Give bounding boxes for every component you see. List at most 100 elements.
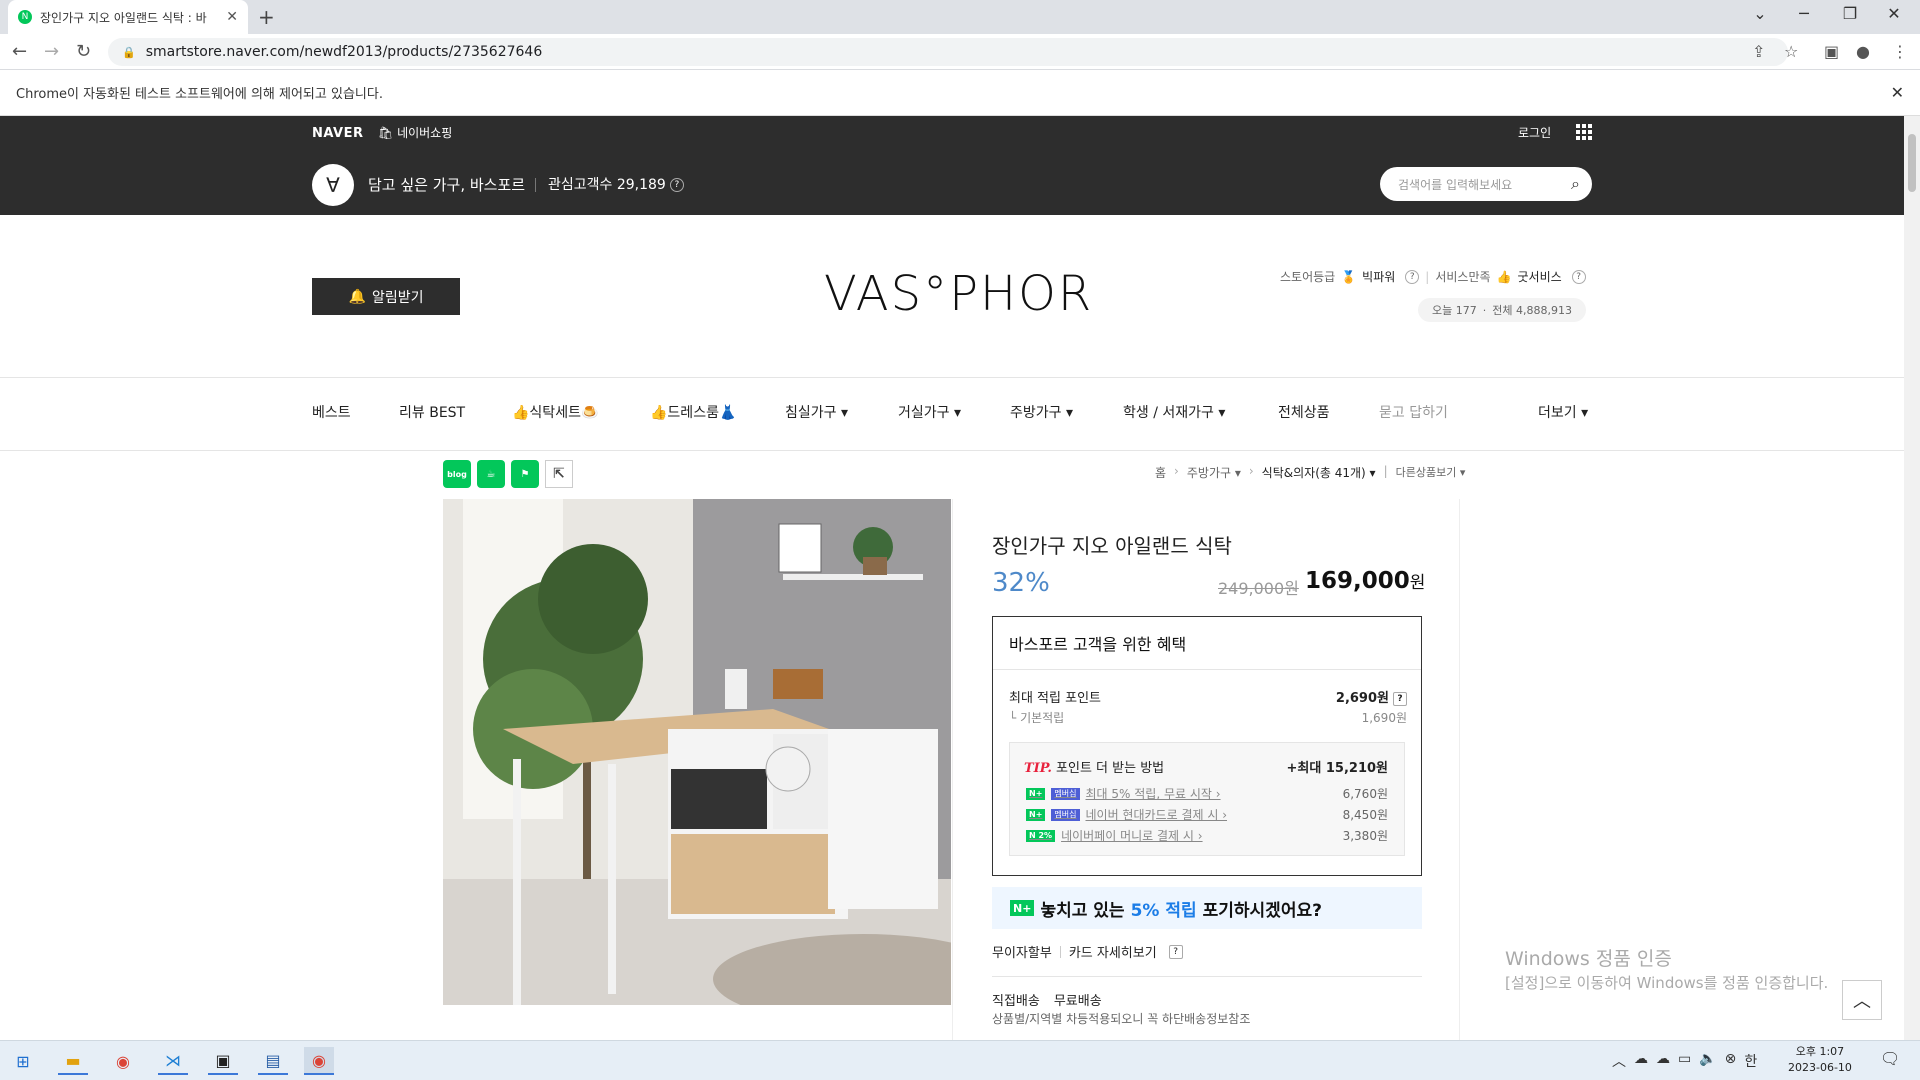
minimize-button[interactable]: ─ [1784,4,1824,23]
file-explorer-icon[interactable]: ▬ [58,1047,88,1075]
tab-search-chevron-icon[interactable]: ⌄ [1740,4,1780,23]
system-tray: ︿ ☁ ☁ ▭ 🔈 ⊗ 한 [1612,1051,1757,1071]
restore-button[interactable]: ❐ [1830,4,1870,23]
cafe-share-icon[interactable]: ☕ [477,460,505,488]
help-icon[interactable]: ? [669,178,684,192]
automation-notice: Chrome이 자동화된 테스트 소프트웨어에 의해 제어되고 있습니다. [16,87,383,102]
onedrive-icon[interactable]: ☁ [1656,1051,1670,1071]
blog-share-icon[interactable]: blog [443,460,471,488]
category-review-best[interactable]: 리뷰 BEST [399,402,465,422]
new-tab-button[interactable]: + [258,5,275,29]
login-link[interactable]: 로그인 [1518,124,1551,141]
breadcrumb-kitchen[interactable]: 주방가구 ▾ [1187,464,1241,481]
browser-tab-strip: N 장인가구 지오 아일랜드 식탁 : 바 ✕ + ⌄ ─ ❐ ✕ [0,0,1920,34]
store-slogan[interactable]: 담고 싶은 가구, 바스포르 [368,174,525,195]
profile-icon[interactable]: ● [1856,42,1870,61]
category-bedroom[interactable]: 침실가구 ▾ [785,402,848,422]
store-grade: 스토어등급 🏅 빅파워 ? | 서비스만족 👍 굿서비스 ? [1280,268,1586,285]
alarm-button-label: 알림받기 [371,289,424,306]
benefit-title: 바스포르 고객을 위한 혜택 [1009,635,1187,654]
close-tab-icon[interactable]: ✕ [226,9,238,25]
store-logo[interactable]: VAS°PHOR [824,266,1093,322]
terminal-icon[interactable]: ▣ [208,1047,238,1075]
shipping-fee: 무료배송 [1053,994,1102,1009]
side-panel-icon[interactable]: ▣ [1824,42,1839,61]
promo-text-a: 놓치고 있는 [1040,900,1125,921]
visit-counter: 오늘 177 · 전체 4,888,913 [1418,298,1586,322]
address-bar-row: ← → ↻ 🔒 smartstore.naver.com/newdf2013/p… [0,34,1920,70]
close-infobar-icon[interactable]: ✕ [1891,83,1904,102]
menu-kebab-icon[interactable]: ⋮ [1892,42,1908,61]
store-profile-logo[interactable]: ∀ [312,164,354,206]
followers-label: 관심고객수 29,189 [548,177,666,193]
network-icon[interactable]: ▭ [1678,1051,1691,1071]
scrollbar-thumb[interactable] [1908,134,1916,192]
tip-naverpay-money[interactable]: N 2% 네이버페이 머니로 결제 시 › [1026,827,1203,844]
sale-price: 169,000원 [1305,568,1425,594]
close-window-button[interactable]: ✕ [1874,4,1914,23]
bell-icon: 🔔 [348,288,366,305]
category-living[interactable]: 거실가구 ▾ [898,402,961,422]
naver-shopping-link[interactable]: 🛍 네이버쇼핑 [378,124,452,141]
grade-value: 빅파워 [1362,270,1396,284]
naver-logo[interactable]: NAVER [312,126,364,141]
category-best[interactable]: 베스트 [312,402,351,422]
cloud-icon[interactable]: ☁ [1634,1051,1648,1071]
scroll-to-top-button[interactable]: ︿ [1842,980,1882,1020]
total-visits: 전체 4,888,913 [1492,304,1572,317]
tip-membership[interactable]: N+ 멤버십 최대 5% 적립, 무료 시작 › [1026,785,1221,802]
service-value: 굿서비스 [1517,270,1562,284]
category-study[interactable]: 학생 / 서재가구 ▾ [1123,402,1225,422]
vscode-icon[interactable]: ⋊ [158,1047,188,1075]
store-search-input[interactable]: 검색어를 입력해보세요 ⌕ [1380,167,1592,201]
category-qna[interactable]: 묻고 답하기 [1379,402,1448,422]
chrome-active-icon[interactable]: ◉ [304,1047,334,1075]
card-detail-link[interactable]: 카드 자세히보기 [1069,942,1157,961]
naver-shopping-label: 네이버쇼핑 [397,126,453,140]
service-help-icon[interactable]: ? [1571,269,1586,284]
category-dining-set[interactable]: 👍식탁세트🍮 [512,402,598,422]
bookmark-share-icon[interactable]: ⚑ [511,460,539,488]
notification-icon[interactable]: 🗨 [1880,1049,1900,1068]
service-label: 서비스만족 [1435,270,1491,284]
omnibox[interactable]: 🔒 smartstore.naver.com/newdf2013/product… [108,38,1788,66]
breadcrumb-home[interactable]: 홈 [1155,464,1166,481]
tip-hyundai-card[interactable]: N+ 멤버십 네이버 현대카드로 결제 시 › [1026,806,1227,823]
card-help-icon[interactable]: ? [1168,944,1183,959]
share-icon[interactable]: ⇪ [1752,42,1765,61]
dot-separator: · [1482,303,1487,317]
page-scrollbar[interactable] [1904,116,1920,1040]
ime-indicator[interactable]: 한 [1744,1051,1757,1071]
share-icon[interactable]: ⇱ [545,460,573,488]
category-all-products[interactable]: 전체상품 [1278,402,1330,422]
category-kitchen[interactable]: 주방가구 ▾ [1010,402,1073,422]
membership-badge-label: 멤버십 [1051,808,1080,821]
sync-icon[interactable]: ⊗ [1725,1051,1737,1071]
grade-help-icon[interactable]: ? [1405,269,1420,284]
clock[interactable]: 오후 1:07 2023-06-10 [1788,1044,1852,1076]
volume-icon[interactable]: 🔈 [1699,1051,1716,1071]
other-products-link[interactable]: 다른상품보기 ▾ [1396,464,1466,481]
back-icon[interactable]: ← [12,41,27,62]
apps-grid-icon[interactable] [1576,124,1592,140]
windows-start-icon[interactable]: ⊞ [8,1047,38,1075]
sale-price-value: 169,000 [1305,568,1410,594]
points-help-icon[interactable]: ? [1393,691,1407,706]
bookmark-star-icon[interactable]: ☆ [1784,42,1798,61]
reload-icon[interactable]: ↻ [76,41,91,62]
divider [0,377,1904,378]
forward-icon[interactable]: → [44,41,59,62]
search-icon[interactable]: ⌕ [1571,174,1580,194]
category-more[interactable]: 더보기 ▾ [1538,402,1588,422]
category-dressroom[interactable]: 👍드레스룸👗 [650,402,736,422]
tip-hyundai-label: 네이버 현대카드로 결제 시 › [1085,808,1228,822]
alarm-button[interactable]: 🔔 알림받기 [312,278,460,315]
max-points-label: 최대 적립 포인트 [1009,691,1101,706]
chevron-up-icon[interactable]: ︿ [1612,1051,1626,1071]
membership-promo-banner[interactable]: N+ 놓치고 있는 5% 적립 포기하시겠어요? [992,887,1422,929]
browser-tab[interactable]: N 장인가구 지오 아일랜드 식탁 : 바 ✕ [8,0,248,34]
python-icon[interactable]: ▤ [258,1047,288,1075]
chrome-icon[interactable]: ◉ [108,1047,138,1075]
breadcrumb-dining[interactable]: 식탁&의자(총 41개) ▾ [1262,464,1376,481]
product-photo[interactable] [443,499,951,1005]
